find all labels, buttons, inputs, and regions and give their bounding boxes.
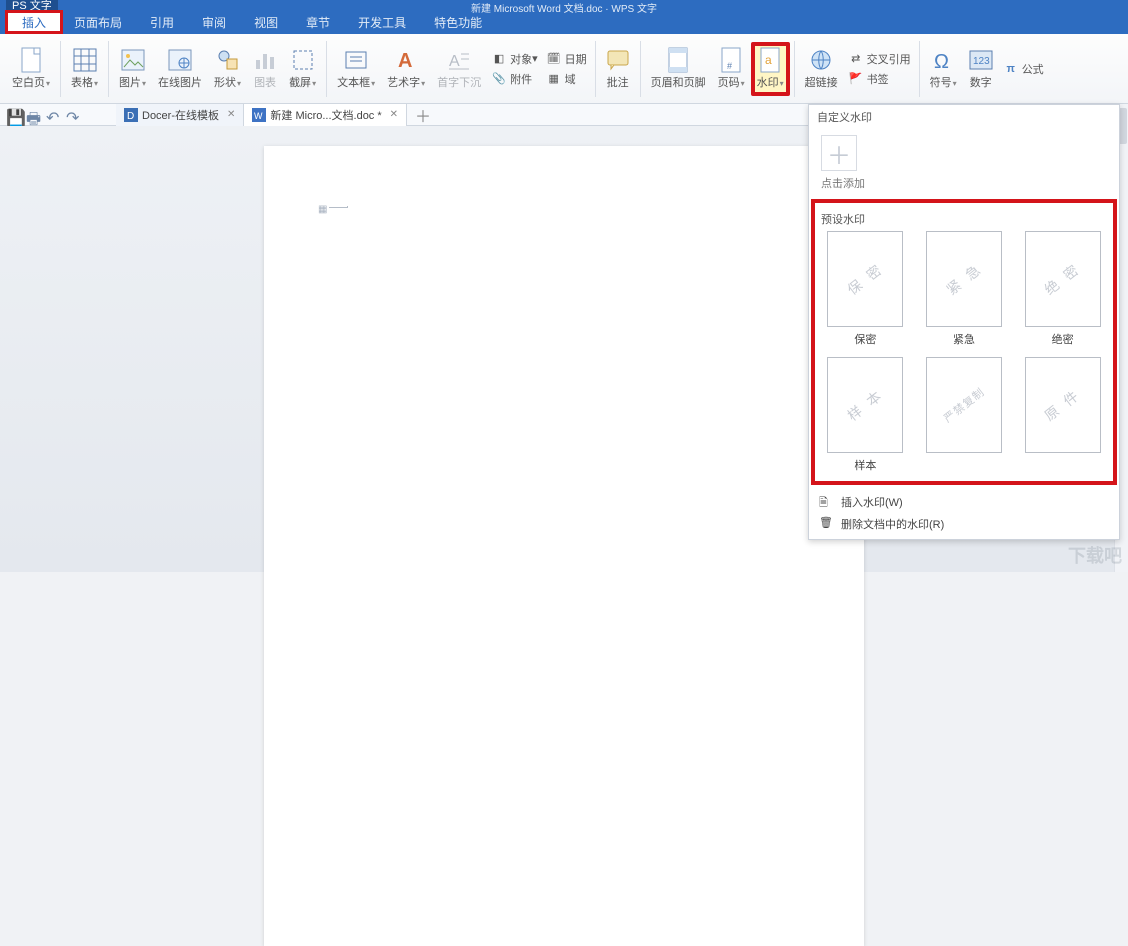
comment-icon <box>606 48 630 72</box>
new-tab-button[interactable]: ＋ <box>407 103 439 127</box>
table-icon <box>73 48 97 72</box>
symbol-button[interactable]: Ω 符号▾ <box>924 46 963 92</box>
picture-button[interactable]: 图片▾ <box>113 46 152 92</box>
chart-button[interactable]: 图表 <box>247 46 283 92</box>
wordart-button[interactable]: A 艺术字▾ <box>381 46 431 92</box>
docer-icon: D <box>124 108 138 122</box>
cross-ref-button[interactable]: ⇄交叉引用 <box>844 50 915 68</box>
blank-page-button[interactable]: 空白页▾ <box>6 46 56 92</box>
svg-text:#: # <box>727 61 732 71</box>
header-footer-icon <box>666 48 690 72</box>
tab-document[interactable]: W 新建 Micro...文档.doc * ✕ <box>244 104 407 126</box>
svg-text:123: 123 <box>973 56 990 67</box>
ribbon-insert: 空白页▾ 表格▾ 图片▾ 在线图片 形状▾ 图表 截屏▾ 文本框▾ A 艺术字▾… <box>0 34 1128 104</box>
menu-insert[interactable]: 插入 <box>5 10 63 34</box>
formula-button[interactable]: π公式 <box>999 60 1048 78</box>
app-name: PS 文字 <box>6 0 58 10</box>
cross-ref-icon: ⇄ <box>848 51 864 67</box>
svg-text:A: A <box>449 53 460 70</box>
menu-page-layout[interactable]: 页面布局 <box>60 10 136 34</box>
close-icon[interactable]: ✕ <box>390 109 398 120</box>
preset-top-secret[interactable]: 绝 密 绝密 <box>1025 231 1101 347</box>
svg-text:a: a <box>765 53 772 67</box>
object-button[interactable]: ◧对象 ▾ <box>487 50 542 68</box>
word-doc-icon: W <box>252 108 266 122</box>
hyperlink-icon <box>809 48 833 72</box>
remove-watermark-icon: 🗑 <box>819 516 835 532</box>
bookmark-button[interactable]: 🚩书签 <box>844 70 915 88</box>
watermark-button[interactable]: a 水印▾ <box>751 42 790 96</box>
symbol-icon: Ω <box>931 48 955 72</box>
menu-review[interactable]: 审阅 <box>188 10 240 34</box>
close-icon[interactable]: ✕ <box>227 109 235 120</box>
menu-references[interactable]: 引用 <box>136 10 188 34</box>
document-tabs: D Docer-在线模板 ✕ W 新建 Micro...文档.doc * ✕ ＋ <box>116 104 439 126</box>
page-number-button[interactable]: # 页码▾ <box>712 46 751 92</box>
menu-view[interactable]: 视图 <box>240 10 292 34</box>
preset-watermark-title: 预设水印 <box>821 207 1107 231</box>
menu-dev-tools[interactable]: 开发工具 <box>344 10 420 34</box>
title-doc-name: 新建 Microsoft Word 文档.doc · WPS 文字 <box>471 0 657 15</box>
svg-text:Ω: Ω <box>934 51 949 72</box>
table-button[interactable]: 表格▾ <box>65 46 104 92</box>
page-number-icon: # <box>719 48 743 72</box>
insert-watermark-icon: 🗎 <box>819 494 835 510</box>
menu-sections[interactable]: 章节 <box>292 10 344 34</box>
preset-original[interactable]: 原 件 <box>1025 357 1101 473</box>
date-button[interactable]: 🗓日期 <box>542 50 591 68</box>
comment-button[interactable]: 批注 <box>600 46 636 92</box>
add-watermark-label: 点击添加 <box>821 175 865 191</box>
watermark-dropdown: 自定义水印 ＋ 点击添加 预设水印 保 密 保密 紧 急 紧急 绝 密 绝密 样… <box>808 104 1120 540</box>
remove-watermark-menuitem[interactable]: 🗑 删除文档中的水印(R) <box>817 513 1111 535</box>
shapes-icon <box>216 48 240 72</box>
preset-urgent[interactable]: 紧 急 紧急 <box>926 231 1002 347</box>
dropcap-button[interactable]: A 首字下沉 <box>431 46 487 92</box>
tab-docer[interactable]: D Docer-在线模板 ✕ <box>116 104 244 126</box>
svg-text:A: A <box>398 50 412 72</box>
save-icon[interactable]: 💾 <box>6 108 20 122</box>
preset-confidential[interactable]: 保 密 保密 <box>827 231 903 347</box>
date-icon: 🗓 <box>546 51 562 67</box>
picture-icon <box>121 48 145 72</box>
watermark-icon: a <box>758 48 782 72</box>
shapes-button[interactable]: 形状▾ <box>208 46 247 92</box>
online-picture-button[interactable]: 在线图片 <box>152 46 208 92</box>
screenshot-button[interactable]: 截屏▾ <box>283 46 322 92</box>
screenshot-icon <box>291 48 315 72</box>
print-icon[interactable]: 🖶 <box>26 108 40 122</box>
redo-icon[interactable]: ↷ <box>66 108 80 122</box>
attachment-button[interactable]: 📎附件 <box>487 70 542 88</box>
attachment-icon: 📎 <box>491 71 507 87</box>
dropcap-icon: A <box>447 48 471 72</box>
online-picture-icon <box>168 48 192 72</box>
formula-icon: π <box>1003 61 1019 77</box>
custom-watermark-title: 自定义水印 <box>809 105 1119 129</box>
number-button[interactable]: 123 数字 <box>963 46 999 92</box>
textbox-icon <box>344 48 368 72</box>
number-icon: 123 <box>969 48 993 72</box>
preset-no-copy[interactable]: 严禁复制 <box>926 357 1002 473</box>
svg-text:W: W <box>254 111 263 121</box>
preset-sample[interactable]: 样 本 样本 <box>827 357 903 473</box>
page-icon <box>19 48 43 72</box>
wordart-icon: A <box>394 48 418 72</box>
undo-icon[interactable]: ↶ <box>46 108 60 122</box>
cursor-indicator: ▦ <box>318 204 348 215</box>
chart-icon <box>253 48 277 72</box>
insert-watermark-menuitem[interactable]: 🗎 插入水印(W) <box>817 491 1111 513</box>
document-page[interactable]: ▦ <box>264 146 864 946</box>
bookmark-icon: 🚩 <box>848 71 864 87</box>
site-watermark: 下载吧 <box>1068 542 1122 568</box>
svg-text:D: D <box>127 111 134 122</box>
field-button[interactable]: ▦域 <box>542 70 591 88</box>
field-icon: ▦ <box>546 71 562 87</box>
header-footer-button[interactable]: 页眉和页脚 <box>645 46 712 92</box>
hyperlink-button[interactable]: 超链接 <box>799 46 844 92</box>
preset-watermarks-box: 预设水印 保 密 保密 紧 急 紧急 绝 密 绝密 样 本 样本 严禁复制 <box>811 199 1117 485</box>
object-icon: ◧ <box>491 51 507 67</box>
add-watermark-button[interactable]: ＋ <box>821 135 857 171</box>
textbox-button[interactable]: 文本框▾ <box>331 46 381 92</box>
